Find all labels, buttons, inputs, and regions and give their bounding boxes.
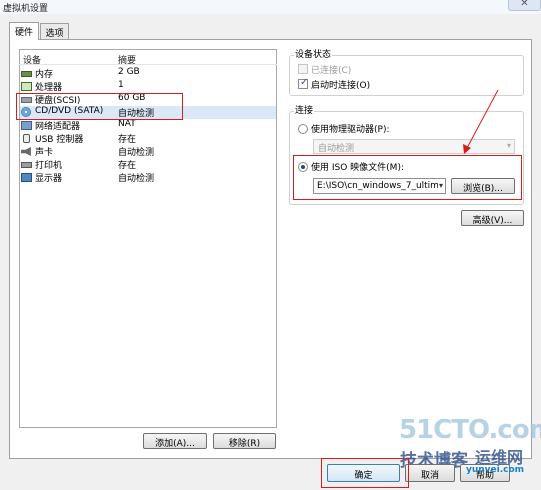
- close-button[interactable]: ✕: [508, 0, 541, 11]
- annotation-box-iso: [293, 155, 522, 200]
- add-button[interactable]: 添加(A)...: [143, 433, 207, 449]
- tab-hardware[interactable]: 硬件: [9, 22, 39, 40]
- sound-icon: [21, 147, 31, 156]
- connected-label: 已连接(C): [311, 66, 352, 76]
- advanced-button[interactable]: 高级(V)...: [461, 210, 524, 226]
- connect-at-power-on-checkbox[interactable]: ✓: [298, 77, 309, 89]
- device-name: USB 控制器: [35, 135, 84, 145]
- physical-drive-value: 自动检测: [318, 144, 355, 154]
- physical-drive-radio[interactable]: [298, 124, 308, 134]
- usb-icon: [23, 134, 30, 143]
- title-bar: [0, 0, 541, 14]
- monitor-icon: [21, 173, 32, 182]
- connected-checkbox[interactable]: [298, 64, 308, 74]
- device-row-network-adapter[interactable]: 网络适配器 NAT: [20, 119, 276, 132]
- device-row-processor[interactable]: 处理器 1: [20, 80, 276, 93]
- remove-button[interactable]: 移除(R): [213, 433, 276, 449]
- tab-options[interactable]: 选项: [40, 23, 69, 39]
- annotation-arrow-icon: [463, 89, 499, 154]
- device-summary: 2 GB: [118, 67, 140, 77]
- network-adapter-icon: [21, 121, 32, 130]
- memory-icon: [21, 71, 32, 77]
- device-name: 内存: [35, 70, 54, 80]
- device-summary: 1: [118, 80, 124, 90]
- cancel-button[interactable]: 取消: [405, 464, 455, 482]
- device-row-monitor[interactable]: 显示器 自动检测: [20, 171, 276, 184]
- watermark-51cto: 51CTO.com: [399, 415, 541, 445]
- close-icon: ✕: [520, 0, 529, 9]
- processor-icon: [21, 82, 32, 91]
- annotation-box-disk: [16, 93, 183, 120]
- device-status-title: 设备状态: [294, 47, 333, 60]
- device-summary: 自动检测: [118, 148, 155, 158]
- annotation-box-ok: [321, 458, 409, 488]
- physical-drive-label: 使用物理驱动器(P):: [311, 125, 390, 135]
- device-name: 处理器: [35, 83, 63, 93]
- device-row-usb[interactable]: USB 控制器 存在: [20, 132, 276, 145]
- header-divider: [19, 64, 277, 65]
- device-row-printer[interactable]: 打印机 存在: [20, 158, 276, 171]
- chevron-down-icon: ▾: [506, 141, 511, 150]
- connection-title: 连接: [294, 103, 315, 116]
- device-name: 声卡: [35, 148, 54, 158]
- device-name: 网络适配器: [35, 122, 81, 132]
- window-title: 虚拟机设置: [3, 4, 49, 14]
- device-summary: 存在: [118, 161, 137, 171]
- watermark-url: yunvei.com: [466, 465, 525, 475]
- device-row-memory[interactable]: 内存 2 GB: [20, 67, 276, 80]
- printer-icon: [21, 162, 32, 168]
- device-summary: 自动检测: [118, 174, 155, 184]
- device-summary: NAT: [118, 119, 136, 129]
- device-summary: 存在: [118, 135, 137, 145]
- check-mark-icon: ✓: [300, 77, 309, 88]
- connect-at-power-on-label: 启动时连接(O): [311, 81, 371, 91]
- device-row-sound[interactable]: 声卡 自动检测: [20, 145, 276, 158]
- device-name: 显示器: [35, 174, 63, 184]
- device-name: 打印机: [35, 161, 63, 171]
